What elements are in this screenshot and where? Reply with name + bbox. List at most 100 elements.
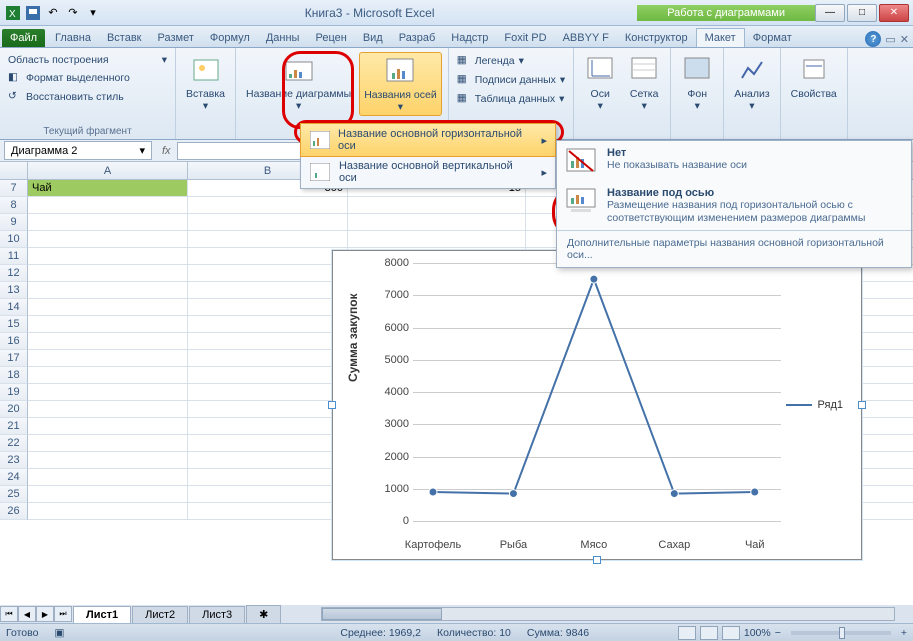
cell[interactable] xyxy=(28,401,188,417)
cell[interactable] xyxy=(28,214,188,230)
cell[interactable] xyxy=(188,248,348,264)
row-header[interactable]: 21 xyxy=(0,418,28,435)
row-header[interactable]: 17 xyxy=(0,350,28,367)
cell[interactable] xyxy=(188,469,348,485)
view-page-break-button[interactable] xyxy=(722,626,740,640)
properties-button[interactable]: Свойства xyxy=(787,52,841,102)
maximize-button[interactable]: □ xyxy=(847,4,877,22)
cell[interactable] xyxy=(28,231,188,247)
row-header[interactable]: 24 xyxy=(0,469,28,486)
cell[interactable] xyxy=(348,231,526,247)
submenu-more-options[interactable]: Дополнительные параметры названия основн… xyxy=(557,230,911,267)
cell[interactable] xyxy=(28,452,188,468)
cell[interactable] xyxy=(28,367,188,383)
row-header[interactable]: 12 xyxy=(0,265,28,282)
redo-icon[interactable]: ↷ xyxy=(64,4,82,22)
row-header[interactable]: 16 xyxy=(0,333,28,350)
undo-icon[interactable]: ↶ xyxy=(44,4,62,22)
close-button[interactable]: ✕ xyxy=(879,4,909,22)
gridlines-button[interactable]: Сетка▾ xyxy=(624,52,664,114)
axis-titles-button[interactable]: Названия осей▾ xyxy=(359,52,441,116)
minimize-ribbon-icon[interactable]: ▭ xyxy=(885,33,895,46)
cell[interactable] xyxy=(28,316,188,332)
data-labels-button[interactable]: ▦Подписи данных ▾ xyxy=(455,71,568,89)
cell[interactable] xyxy=(28,248,188,264)
insert-button[interactable]: Вставка▾ xyxy=(182,52,229,114)
tab-addins[interactable]: Надстр xyxy=(443,29,496,47)
cell[interactable] xyxy=(188,333,348,349)
col-header-a[interactable]: A xyxy=(28,162,188,179)
cell[interactable] xyxy=(188,299,348,315)
tab-formulas[interactable]: Формул xyxy=(202,29,258,47)
tab-layout[interactable]: Размет xyxy=(150,29,202,47)
cell[interactable] xyxy=(188,350,348,366)
view-normal-button[interactable] xyxy=(678,626,696,640)
row-header[interactable]: 11 xyxy=(0,248,28,265)
tab-review[interactable]: Рецен xyxy=(307,29,354,47)
fx-icon[interactable]: fx xyxy=(156,145,177,157)
cell[interactable]: Чай xyxy=(28,180,188,196)
zoom-in-button[interactable]: + xyxy=(901,627,907,639)
cell[interactable] xyxy=(28,503,188,519)
chart-element-selector[interactable]: Область построения▾ xyxy=(6,52,169,68)
cell[interactable] xyxy=(188,231,348,247)
cell[interactable] xyxy=(28,265,188,281)
embedded-chart[interactable]: Сумма закупок 01000200030004000500060007… xyxy=(332,250,862,560)
cell[interactable] xyxy=(28,469,188,485)
row-header[interactable]: 19 xyxy=(0,384,28,401)
tab-abbyy[interactable]: ABBYY F xyxy=(555,29,617,47)
sheet-nav-next[interactable]: ▶ xyxy=(36,606,54,622)
cell[interactable] xyxy=(348,214,526,230)
cell[interactable] xyxy=(28,486,188,502)
tab-chart-design[interactable]: Конструктор xyxy=(617,29,696,47)
cell[interactable] xyxy=(28,435,188,451)
row-header[interactable]: 20 xyxy=(0,401,28,418)
cell[interactable] xyxy=(188,418,348,434)
row-header[interactable]: 15 xyxy=(0,316,28,333)
row-header[interactable]: 7 xyxy=(0,180,28,197)
cell[interactable] xyxy=(28,418,188,434)
chart-plot-area[interactable] xyxy=(333,251,863,561)
cell[interactable] xyxy=(188,401,348,417)
legend-button[interactable]: ▦Легенда ▾ xyxy=(455,52,568,70)
cell[interactable] xyxy=(348,197,526,213)
chart-legend[interactable]: Ряд1 xyxy=(786,399,843,411)
data-table-button[interactable]: ▦Таблица данных ▾ xyxy=(455,90,568,108)
row-header[interactable]: 26 xyxy=(0,503,28,520)
tab-data[interactable]: Данны xyxy=(258,29,308,47)
cell[interactable] xyxy=(188,282,348,298)
workbook-close-icon[interactable]: ✕ xyxy=(900,33,909,46)
hscroll-thumb[interactable] xyxy=(322,608,442,620)
tab-home[interactable]: Главна xyxy=(47,29,99,47)
qat-dropdown-icon[interactable]: ▾ xyxy=(84,4,102,22)
cell[interactable] xyxy=(28,282,188,298)
menu-vertical-axis-title[interactable]: Название основной вертикальной оси ▸ xyxy=(301,156,555,188)
status-macro-icon[interactable]: ▣ xyxy=(54,627,64,639)
sheet-nav-prev[interactable]: ◀ xyxy=(18,606,36,622)
tab-file[interactable]: Файл xyxy=(2,29,45,47)
row-header[interactable]: 25 xyxy=(0,486,28,503)
analysis-button[interactable]: Анализ▾ xyxy=(730,52,773,114)
background-button[interactable]: Фон▾ xyxy=(677,52,717,114)
cell[interactable] xyxy=(28,350,188,366)
cell[interactable] xyxy=(28,299,188,315)
name-box[interactable]: Диаграмма 2▾ xyxy=(4,141,152,160)
excel-icon[interactable]: X xyxy=(4,4,22,22)
cell[interactable] xyxy=(188,214,348,230)
help-icon[interactable]: ? xyxy=(865,31,881,47)
save-icon[interactable] xyxy=(24,4,42,22)
row-header[interactable]: 10 xyxy=(0,231,28,248)
format-selection-button[interactable]: ◧ Формат выделенного xyxy=(6,69,169,87)
cell[interactable] xyxy=(188,265,348,281)
cell[interactable] xyxy=(188,452,348,468)
sheet-nav-last[interactable]: ⏭ xyxy=(54,606,72,622)
row-header[interactable]: 13 xyxy=(0,282,28,299)
submenu-none[interactable]: Нет Не показывать название оси xyxy=(557,141,911,181)
row-header[interactable]: 9 xyxy=(0,214,28,231)
sheet-tab-new[interactable]: ✱ xyxy=(246,605,281,623)
row-header[interactable]: 22 xyxy=(0,435,28,452)
cell[interactable] xyxy=(188,435,348,451)
sheet-tab-1[interactable]: Лист1 xyxy=(73,606,131,623)
cell[interactable] xyxy=(188,486,348,502)
axes-button[interactable]: Оси▾ xyxy=(580,52,620,114)
